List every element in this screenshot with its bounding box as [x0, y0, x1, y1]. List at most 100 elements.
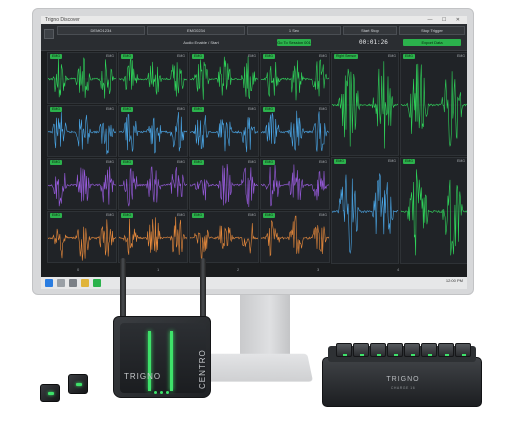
header-cell-trigger[interactable]: Stop Trigger: [399, 26, 465, 35]
trigno-app-icon[interactable]: [93, 279, 101, 287]
emg-waveform: [119, 56, 187, 97]
emg-channel-plot[interactable]: EMG EMG: [260, 158, 330, 210]
window-controls[interactable]: — ☐ ✕: [428, 16, 464, 24]
charging-slot: [421, 343, 437, 357]
channel-label: EMG: [248, 160, 256, 164]
waveform-trace: [119, 111, 187, 154]
status-light-left: [148, 331, 151, 391]
channel-tag[interactable]: EMG: [121, 54, 133, 59]
charging-slot: [455, 343, 471, 357]
charging-slot: [404, 343, 420, 357]
emg-waveform: [48, 219, 116, 261]
channel-label: EMG: [319, 54, 327, 58]
indicator-led: [154, 391, 157, 394]
slot-led: [377, 354, 381, 356]
window-title: Trigno Discover: [45, 17, 80, 23]
charger-label: CHARGE 16: [390, 386, 416, 390]
charging-slot: [370, 343, 386, 357]
emg-waveform: [261, 110, 329, 152]
waveform-trace: [119, 166, 187, 207]
emg-channel-plot[interactable]: EMG EMG: [189, 105, 259, 157]
header-cell-window[interactable]: 1 Sec: [247, 26, 341, 35]
channel-tag[interactable]: EMG: [121, 213, 133, 218]
header-cell-start-stop[interactable]: Start Stop: [343, 26, 397, 35]
channel-tag[interactable]: EMG: [50, 160, 62, 165]
emg-channel-plot[interactable]: Right Sensor EMG: [331, 52, 399, 156]
emg-channel-plot[interactable]: EMG EMG: [331, 157, 399, 264]
channel-label: EMG: [177, 54, 185, 58]
emg-waveform: [119, 216, 187, 255]
emg-channel-plot[interactable]: EMG EMG: [260, 52, 330, 104]
emg-channel-plot[interactable]: EMG EMG: [260, 105, 330, 157]
export-data-button[interactable]: Export Data: [403, 39, 461, 46]
channel-label: EMG: [319, 213, 327, 217]
slot-led: [428, 354, 432, 356]
window-titlebar[interactable]: Trigno Discover — ☐ ✕: [41, 16, 467, 24]
channel-tag[interactable]: EMG: [263, 107, 275, 112]
emg-channel-plot[interactable]: EMG EMG: [400, 52, 467, 156]
emg-channel-plot[interactable]: EMG EMG: [118, 158, 188, 210]
charging-slot: [387, 343, 403, 357]
task-view-icon[interactable]: [69, 279, 77, 287]
slot-led: [360, 354, 364, 356]
emg-channel-plot[interactable]: EMG EMG: [47, 105, 117, 157]
channel-tag[interactable]: EMG: [192, 160, 204, 165]
emg-channel-plot[interactable]: EMG EMG: [118, 211, 188, 263]
product-scene: Trigno Discover — ☐ ✕ DEMO1234 EMG0234 A…: [0, 0, 506, 424]
taskbar: 12:00 PM: [41, 277, 467, 289]
channel-tag[interactable]: EMG: [192, 54, 204, 59]
emg-channel-plot[interactable]: EMG EMG: [47, 52, 117, 104]
emg-channel-plot[interactable]: EMG EMG: [189, 211, 259, 263]
go-to-session-button[interactable]: Go To Session 001: [277, 39, 311, 46]
emg-plot-grid: EMG EMG EMG EMG EMG EMG EMG EMG EMG EMG EMG EMG EMG E…: [47, 52, 467, 264]
emg-waveform: [190, 223, 258, 260]
indicator-led: [160, 391, 163, 394]
status-light-right: [170, 331, 173, 391]
channel-tag[interactable]: EMG: [192, 107, 204, 112]
axis-tick-label: 4: [397, 267, 400, 272]
slot-led: [411, 354, 415, 356]
axis-tick-label: 0: [77, 267, 80, 272]
slot-led: [445, 354, 449, 356]
waveform-trace: [190, 223, 258, 260]
emg-channel-plot[interactable]: EMG EMG: [47, 211, 117, 263]
emg-channel-plot[interactable]: EMG EMG: [118, 52, 188, 104]
slot-led: [394, 354, 398, 356]
header-cell-sensor[interactable]: EMG0234: [147, 26, 245, 35]
back-button[interactable]: [44, 29, 54, 39]
channel-tag[interactable]: Right Sensor: [334, 54, 359, 59]
channel-tag[interactable]: EMG: [50, 54, 62, 59]
channel-tag[interactable]: EMG: [334, 159, 346, 164]
channel-tag[interactable]: EMG: [403, 159, 415, 164]
emg-channel-plot[interactable]: EMG EMG: [400, 157, 467, 264]
channel-tag[interactable]: EMG: [403, 54, 415, 59]
emg-channel-plot[interactable]: EMG EMG: [47, 158, 117, 210]
channel-label: EMG: [177, 160, 185, 164]
file-explorer-icon[interactable]: [81, 279, 89, 287]
base-station-brand: TRIGNO: [124, 372, 162, 381]
emg-sensor: [40, 384, 60, 402]
channel-tag[interactable]: EMG: [50, 107, 62, 112]
channel-tag[interactable]: EMG: [121, 107, 133, 112]
channel-tag[interactable]: EMG: [192, 213, 204, 218]
channel-label: EMG: [106, 213, 114, 217]
channel-label: EMG: [388, 159, 396, 163]
channel-label: EMG: [457, 54, 465, 58]
emg-channel-plot[interactable]: EMG EMG: [260, 211, 330, 263]
emg-channel-plot[interactable]: EMG EMG: [189, 52, 259, 104]
channel-tag[interactable]: EMG: [263, 213, 275, 218]
base-station: TRIGNO CENTRO: [113, 316, 211, 398]
channel-tag[interactable]: EMG: [121, 160, 133, 165]
windows-start-icon[interactable]: [45, 279, 53, 287]
channel-tag[interactable]: EMG: [50, 213, 62, 218]
channel-tag[interactable]: EMG: [263, 54, 275, 59]
app-header: DEMO1234 EMG0234 Audio Enable / Start Sy…: [41, 24, 467, 57]
channel-label: EMG: [248, 54, 256, 58]
emg-channel-plot[interactable]: EMG EMG: [118, 105, 188, 157]
header-cell-device[interactable]: DEMO1234: [57, 26, 145, 35]
channel-tag[interactable]: EMG: [263, 160, 275, 165]
monitor: Trigno Discover — ☐ ✕ DEMO1234 EMG0234 A…: [32, 8, 474, 295]
emg-channel-plot[interactable]: EMG EMG: [189, 158, 259, 210]
search-icon[interactable]: [57, 279, 65, 287]
emg-waveform: [332, 61, 398, 149]
